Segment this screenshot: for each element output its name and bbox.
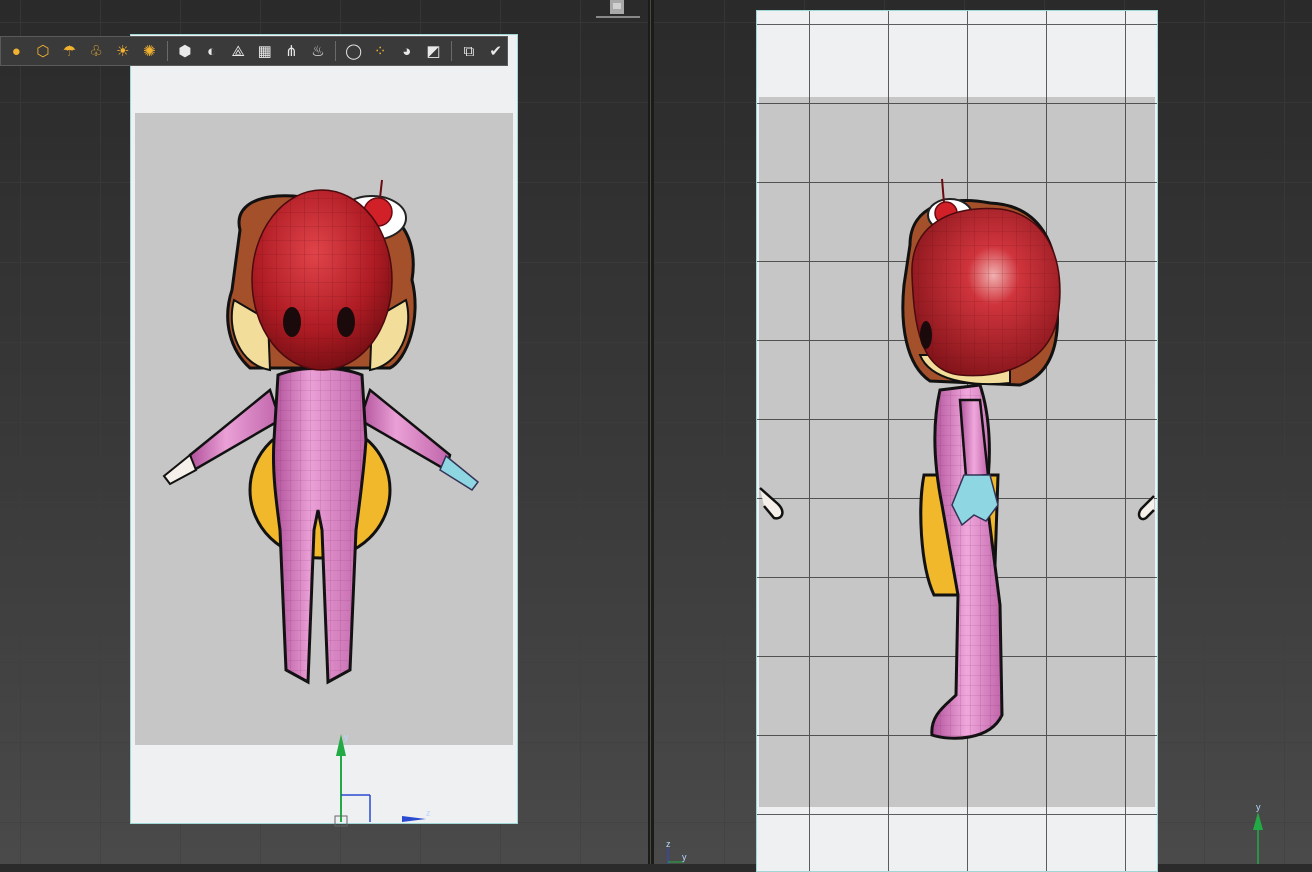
corner-axis-z-label: z bbox=[666, 839, 671, 849]
target-spot-light-icon[interactable]: ♧ bbox=[85, 40, 108, 63]
toolbar-separator bbox=[335, 41, 337, 61]
viewport-front[interactable]: y z ● ⬡ ☂ ♧ ☀ ✺ ⬢ ◐ ⟁ ▦ ⋔ ♨ ◯ ⁘ ◕ ◩ ⧉ ✔ bbox=[0, 0, 648, 864]
box-mapping-icon[interactable]: ⬢ bbox=[174, 40, 197, 63]
character-model-side[interactable] bbox=[890, 175, 1070, 745]
side-hand-fragment-left bbox=[759, 487, 784, 520]
render-frame-icon[interactable]: ⧉ bbox=[458, 40, 481, 63]
sun-light-icon[interactable]: ☀ bbox=[111, 40, 134, 63]
corner-axis-gizmo: z y bbox=[666, 839, 687, 864]
viewcube-icon[interactable] bbox=[596, 0, 640, 20]
material-ball-icon[interactable]: ◯ bbox=[342, 40, 365, 63]
front-axis-z-label: z bbox=[426, 808, 431, 818]
hair-fur-icon[interactable]: ⋔ bbox=[280, 40, 303, 63]
render-setup-icon[interactable]: ▦ bbox=[253, 40, 276, 63]
toolbar-separator bbox=[450, 41, 452, 61]
material-sphere-icon[interactable]: ◐ bbox=[200, 40, 223, 63]
corner-axis-y-label: y bbox=[682, 852, 687, 862]
palette-icon[interactable]: ◕ bbox=[396, 40, 419, 63]
geosphere-icon[interactable]: ⬡ bbox=[32, 40, 55, 63]
side-axis-gizmo: y bbox=[1253, 802, 1263, 864]
side-hand-fragment-right bbox=[1137, 495, 1155, 521]
omni-light-icon[interactable]: ☂ bbox=[58, 40, 81, 63]
character-model-front[interactable] bbox=[150, 170, 490, 690]
material-map-icon[interactable]: ◩ bbox=[422, 40, 445, 63]
render-toolbar: ● ⬡ ☂ ♧ ☀ ✺ ⬢ ◐ ⟁ ▦ ⋔ ♨ ◯ ⁘ ◕ ◩ ⧉ ✔ bbox=[0, 36, 508, 66]
front-axis-gizmo: y z bbox=[334, 732, 431, 827]
sky-light-icon[interactable]: ✺ bbox=[138, 40, 161, 63]
toolbar-separator bbox=[166, 41, 168, 61]
multi-material-icon[interactable]: ⁘ bbox=[369, 40, 392, 63]
sphere-primitive-icon[interactable]: ● bbox=[5, 40, 28, 63]
fire-effect-icon[interactable]: ♨ bbox=[307, 40, 330, 63]
axis-tripod-icon[interactable]: ⟁ bbox=[227, 40, 250, 63]
render-production-icon[interactable]: ✔ bbox=[484, 40, 507, 63]
front-axis-y-label: y bbox=[344, 732, 349, 742]
side-axis-y-label: y bbox=[1256, 802, 1261, 812]
